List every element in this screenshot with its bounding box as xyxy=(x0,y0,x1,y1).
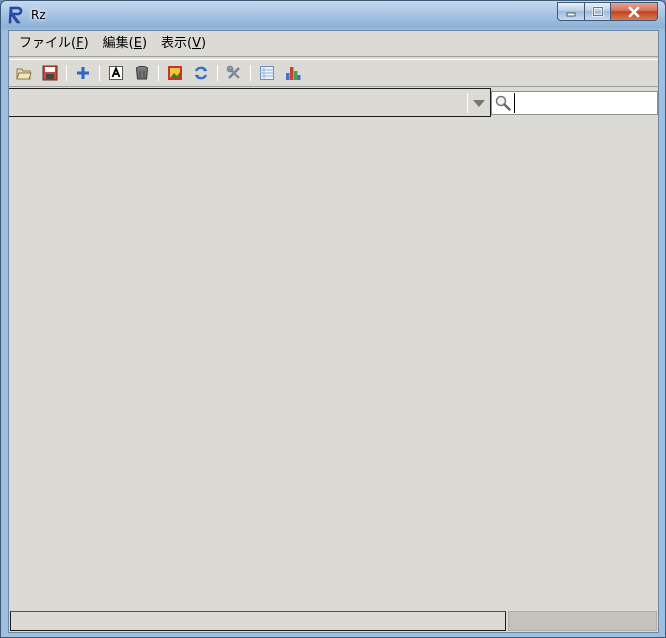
trash-icon xyxy=(136,66,148,80)
text-icon xyxy=(109,66,123,80)
folder-open-icon xyxy=(16,68,32,80)
toolbar-separator xyxy=(66,65,67,81)
add-button[interactable] xyxy=(72,62,94,84)
status-text-panel xyxy=(10,611,506,631)
add-icon xyxy=(77,67,89,79)
search-box[interactable] xyxy=(491,91,658,115)
main-content-area[interactable] xyxy=(9,118,658,610)
close-icon xyxy=(628,6,640,17)
text-button[interactable] xyxy=(105,62,127,84)
combo-divider xyxy=(467,93,468,113)
delete-button[interactable] xyxy=(131,62,153,84)
open-button[interactable] xyxy=(13,62,35,84)
toolbar-separator xyxy=(158,65,159,81)
menu-edit[interactable]: 編集(E) xyxy=(96,33,154,55)
menu-bar: ファイル(F) 編集(E) 表示(V) xyxy=(9,31,658,57)
close-button[interactable] xyxy=(610,2,658,21)
menu-file[interactable]: ファイル(F) xyxy=(12,33,96,55)
maximize-button[interactable] xyxy=(584,2,611,21)
toolbar-separator xyxy=(250,65,251,81)
image-button[interactable] xyxy=(164,62,186,84)
toolbar-separator xyxy=(99,65,100,81)
filter-combobox[interactable] xyxy=(9,88,491,117)
client-area: ファイル(F) 編集(E) 表示(V) xyxy=(8,30,659,633)
image-icon xyxy=(168,66,182,80)
save-button[interactable] xyxy=(39,62,61,84)
app-window: Rz ファイル(F) 編集(E) 表示(V) xyxy=(0,0,666,638)
table-button[interactable] xyxy=(256,62,278,84)
window-title: Rz xyxy=(31,8,46,22)
minimize-button[interactable] xyxy=(557,2,585,21)
search-icon xyxy=(495,95,511,111)
status-bar xyxy=(9,610,658,632)
r-logo-icon xyxy=(8,6,23,24)
refresh-button[interactable] xyxy=(190,62,212,84)
chevron-down-icon[interactable] xyxy=(473,100,485,107)
chart-button[interactable] xyxy=(282,62,304,84)
minimize-icon xyxy=(566,12,576,16)
toolbar xyxy=(9,59,658,87)
search-input[interactable] xyxy=(514,93,654,113)
save-icon xyxy=(42,65,58,81)
menu-view[interactable]: 表示(V) xyxy=(154,33,213,55)
title-bar[interactable]: Rz xyxy=(1,1,665,29)
table-icon xyxy=(260,66,274,80)
chart-icon xyxy=(286,67,301,80)
filter-bar xyxy=(9,88,658,118)
tools-button[interactable] xyxy=(223,62,245,84)
tools-icon xyxy=(226,65,240,79)
status-progress-panel xyxy=(508,611,657,631)
refresh-icon xyxy=(194,66,208,80)
toolbar-separator xyxy=(217,65,218,81)
maximize-icon xyxy=(591,6,604,17)
